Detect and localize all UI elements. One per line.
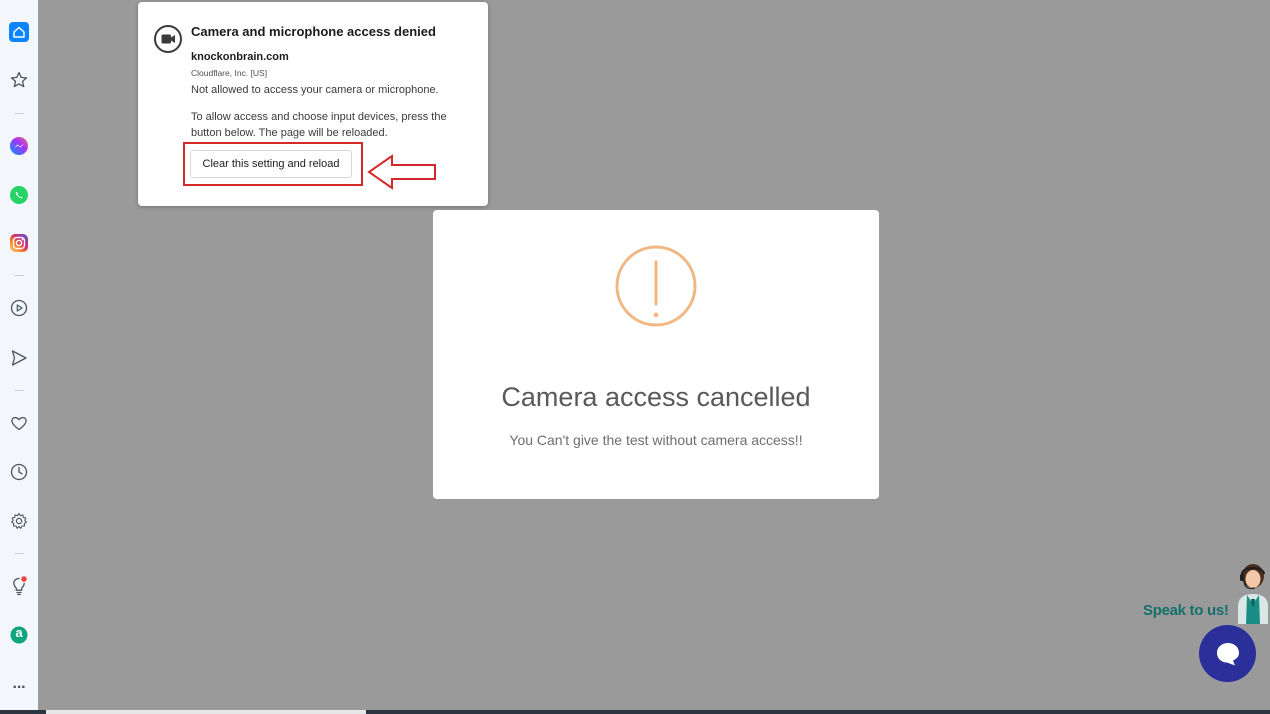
app-a-label: a (15, 625, 23, 640)
app-a-icon[interactable]: a (7, 623, 31, 647)
sidebar-divider (14, 113, 24, 114)
chat-button[interactable] (1199, 625, 1256, 682)
access-status-text: Not allowed to access your camera or mic… (191, 84, 439, 96)
taskbar-segment (46, 710, 366, 714)
heart-icon[interactable] (7, 411, 31, 435)
taskbar-strip (0, 710, 1270, 714)
modal-message: You Can't give the test without camera a… (509, 432, 803, 448)
sidebar-divider (14, 553, 24, 554)
clock-icon[interactable] (7, 460, 31, 484)
speak-to-us-label[interactable]: Speak to us! (1143, 602, 1229, 619)
instagram-icon[interactable] (7, 231, 31, 255)
clear-setting-reload-button[interactable]: Clear this setting and reload (190, 150, 352, 178)
popup-title: Camera and microphone access denied (191, 24, 436, 39)
home-icon[interactable] (7, 20, 31, 44)
more-label: ··· (12, 679, 27, 696)
site-organization: Cloudflare, Inc. [US] (191, 68, 268, 78)
chat-bubble-icon (1216, 642, 1239, 665)
sidebar-divider (14, 390, 24, 391)
permission-popup: Camera and microphone access denied knoc… (138, 2, 488, 206)
support-agent-avatar[interactable] (1234, 562, 1270, 624)
play-icon[interactable] (7, 296, 31, 320)
pointer-arrow (367, 154, 436, 190)
star-icon[interactable] (7, 68, 31, 92)
sidebar-divider (14, 275, 24, 276)
video-camera-icon (153, 24, 183, 54)
send-icon[interactable] (7, 346, 31, 370)
instructions-text: To allow access and choose input devices… (191, 111, 447, 139)
gear-icon[interactable] (7, 509, 31, 533)
messenger-icon[interactable] (7, 134, 31, 158)
site-domain: knockonbrain.com (191, 51, 289, 63)
modal-title: Camera access cancelled (501, 382, 811, 412)
warning-icon (615, 245, 697, 327)
more-icon[interactable]: ··· (7, 676, 31, 700)
lightbulb-icon[interactable] (7, 574, 31, 598)
whatsapp-icon[interactable] (7, 183, 31, 207)
browser-sidebar: a ··· (0, 0, 39, 714)
camera-cancelled-modal: Camera access cancelled You Can't give t… (433, 210, 879, 499)
